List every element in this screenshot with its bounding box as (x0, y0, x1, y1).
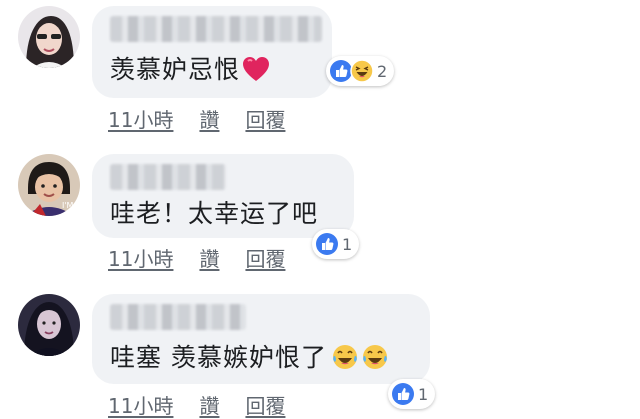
comment-actions: 11小時 讚 回覆 (108, 243, 285, 272)
reply-link[interactable]: 回覆 (245, 104, 285, 133)
author-name-blurred[interactable] (110, 164, 226, 190)
like-link[interactable]: 讚 (199, 390, 219, 419)
avatar-photo: I'M (18, 154, 80, 216)
comment-actions: 11小時 讚 回覆 (108, 104, 285, 133)
like-link[interactable]: 讚 (199, 104, 219, 133)
reaction-count: 1 (342, 234, 353, 254)
author-name-blurred[interactable] (110, 16, 322, 42)
comment-bubble: 哇塞 羡慕嫉妒恨了 (92, 294, 430, 384)
comment-bubble: 羡慕妒忌恨 (92, 6, 332, 98)
comment-text: 哇老！太幸运了吧 (110, 194, 318, 230)
avatar[interactable] (18, 6, 80, 68)
comment-text-content: 羡慕妒忌恨 (110, 55, 241, 84)
comment-text: 羡慕妒忌恨 (110, 50, 270, 86)
avatar-photo (18, 294, 80, 356)
like-icon (392, 383, 414, 405)
reply-link[interactable]: 回覆 (245, 390, 285, 419)
comment-bubble: 哇老！太幸运了吧 (92, 154, 354, 238)
laughing-tears-icon (362, 345, 387, 369)
haha-icon (350, 59, 374, 83)
like-icon (316, 233, 338, 255)
avatar[interactable]: I'M (18, 154, 80, 216)
reactions-summary[interactable]: 1 (312, 229, 360, 259)
reaction-count: 2 (377, 61, 388, 81)
timestamp-link[interactable]: 11小時 (108, 390, 173, 419)
author-name-blurred[interactable] (110, 304, 246, 330)
avatar[interactable] (18, 294, 80, 356)
svg-text:I'M: I'M (62, 201, 74, 210)
like-link[interactable]: 讚 (199, 243, 219, 272)
comment-text-content: 哇塞 羡慕嫉妒恨了 (110, 343, 327, 372)
comment-actions: 11小時 讚 回覆 (108, 390, 285, 419)
laughing-tears-icon (332, 345, 357, 369)
red-heart-icon (243, 57, 270, 81)
reactions-summary[interactable]: 2 (326, 56, 395, 86)
comment-text-content: 哇老！太幸运了吧 (110, 199, 319, 228)
timestamp-link[interactable]: 11小時 (108, 243, 173, 272)
reactions-summary[interactable]: 1 (388, 379, 436, 409)
avatar-photo (18, 6, 80, 68)
reply-link[interactable]: 回覆 (245, 243, 285, 272)
reaction-count: 1 (418, 384, 429, 404)
timestamp-link[interactable]: 11小時 (108, 104, 173, 133)
comment-text: 哇塞 羡慕嫉妒恨了 (110, 338, 389, 374)
